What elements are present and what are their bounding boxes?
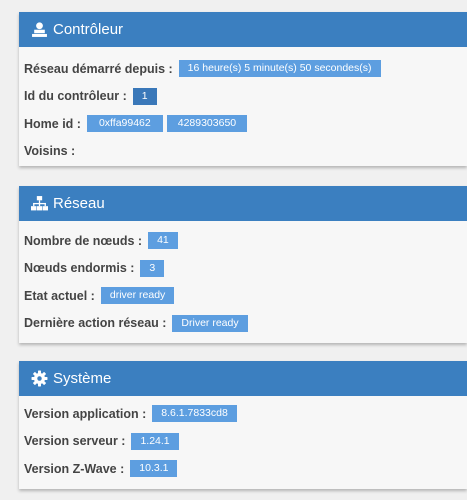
zwave-version-row: Version Z-Wave : 10.3.1 (24, 455, 467, 483)
controller-id-badge: 1 (132, 87, 157, 105)
controller-panel: Contrôleur Réseau démarré depuis : 16 he… (19, 12, 467, 166)
home-id-dec-badge: 4289303650 (166, 115, 248, 133)
last-action-label: Dernière action réseau : (24, 316, 167, 331)
node-count-badge: 41 (148, 232, 178, 250)
sitemap-icon (31, 195, 48, 212)
sleeping-nodes-badge: 3 (140, 259, 165, 277)
current-state-badge: driver ready (100, 287, 175, 305)
home-id-hex-badge: 0xffa99462 (86, 115, 163, 133)
zwave-version-badge: 10.3.1 (130, 460, 178, 478)
network-panel-body: Nombre de nœuds : 41 Nœuds endormis : 3 … (19, 221, 467, 337)
current-state-label: Etat actuel : (24, 288, 95, 303)
current-state-row: Etat actuel : driver ready (24, 282, 467, 310)
gear-icon (31, 370, 48, 387)
sleeping-nodes-row: Nœuds endormis : 3 (24, 255, 467, 283)
controller-icon (31, 21, 48, 38)
app-version-label: Version application : (24, 406, 147, 421)
network-panel: Réseau Nombre de nœuds : 41 Nœuds endorm… (19, 186, 467, 343)
network-panel-header: Réseau (19, 186, 467, 221)
network-panel-title: Réseau (53, 195, 105, 212)
controller-panel-title: Contrôleur (53, 21, 124, 38)
system-panel-header: Système (19, 361, 467, 396)
home-id-row: Home id : 0xffa99462 4289303650 (24, 110, 467, 138)
last-action-row: Dernière action réseau : Driver ready (24, 310, 467, 338)
neighbors-label: Voisins : (24, 144, 76, 159)
home-id-label: Home id : (24, 116, 81, 131)
app-version-badge: 8.6.1.7833cd8 (152, 405, 237, 423)
server-version-row: Version serveur : 1.24.1 (24, 428, 467, 456)
node-count-label: Nombre de nœuds : (24, 233, 143, 248)
last-action-badge: Driver ready (172, 314, 248, 332)
network-started-row: Réseau démarré depuis : 16 heure(s) 5 mi… (24, 55, 467, 83)
controller-panel-header: Contrôleur (19, 12, 467, 47)
controller-panel-body: Réseau démarré depuis : 16 heure(s) 5 mi… (19, 47, 467, 165)
node-count-row: Nombre de nœuds : 41 (24, 227, 467, 255)
network-started-label: Réseau démarré depuis : (24, 61, 173, 76)
system-panel: Système Version application : 8.6.1.7833… (19, 361, 467, 489)
system-panel-title: Système (53, 370, 112, 387)
network-started-badge: 16 heure(s) 5 minute(s) 50 secondes(s) (178, 60, 381, 78)
sleeping-nodes-label: Nœuds endormis : (24, 261, 135, 276)
controller-id-label: Id du contrôleur : (24, 89, 127, 104)
server-version-label: Version serveur : (24, 434, 126, 449)
neighbors-row: Voisins : (24, 138, 467, 166)
zwave-version-label: Version Z-Wave : (24, 461, 125, 476)
system-panel-body: Version application : 8.6.1.7833cd8 Vers… (19, 396, 467, 483)
controller-id-row: Id du contrôleur : 1 (24, 83, 467, 111)
app-version-row: Version application : 8.6.1.7833cd8 (24, 400, 467, 428)
server-version-badge: 1.24.1 (131, 432, 179, 450)
